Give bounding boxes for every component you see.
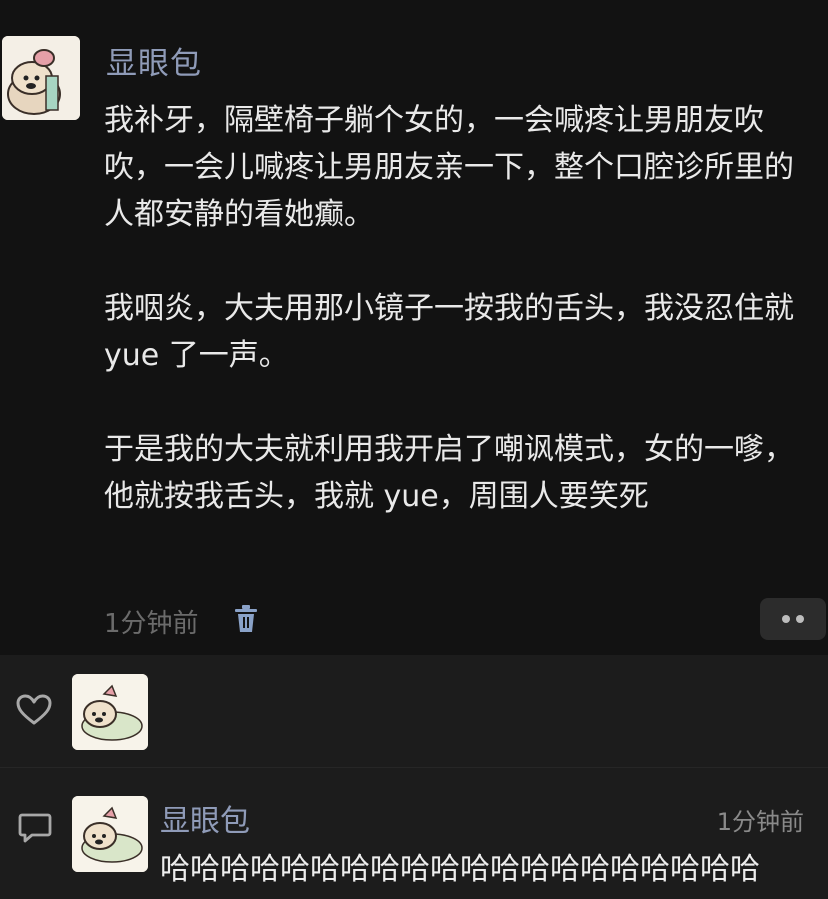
post-time: 1分钟前 [104,609,199,639]
avatar[interactable] [2,36,80,120]
more-options-button[interactable] [760,598,826,640]
moment-post: 显眼包 我补牙，隔壁椅子躺个女的，一会喊疼让男朋友吹吹，一会儿喊疼让男朋友亲一下… [0,0,828,655]
dog-lying-avatar-image [72,796,148,872]
more-dots-icon [796,615,804,623]
comment-username[interactable]: 显眼包 [160,796,250,840]
comment-item: 显眼包 1分钟前 哈哈哈哈哈哈哈哈哈哈哈哈哈哈哈哈哈哈哈哈 [0,768,828,899]
dog-lying-avatar-image [72,674,148,750]
heart-icon [16,694,52,725]
more-dots-icon [782,615,790,623]
post-content: 我补牙，隔壁椅子躺个女的，一会喊疼让男朋友吹吹，一会儿喊疼让男朋友亲一下，整个口… [104,97,816,520]
post-username[interactable]: 显眼包 [106,38,202,83]
likes-section [0,655,828,767]
comment-time: 1分钟前 [716,808,804,836]
post-paragraph: 我咽炎，大夫用那小镜子一按我的舌头，我没忍住就 yue 了一声。 [104,291,804,373]
trash-icon[interactable] [232,604,260,634]
dog-avatar-image [2,36,80,120]
post-paragraph: 于是我的大夫就利用我开启了嘲讽模式，女的一嗲，他就按我舌头，我就 yue，周围人… [104,432,794,514]
liker-avatar[interactable] [72,674,148,750]
comment-text[interactable]: 哈哈哈哈哈哈哈哈哈哈哈哈哈哈哈哈哈哈哈哈 [160,844,760,888]
comment-icon [18,813,52,843]
post-paragraph: 我补牙，隔壁椅子躺个女的，一会喊疼让男朋友吹吹，一会儿喊疼让男朋友亲一下，整个口… [104,103,794,232]
commenter-avatar[interactable] [72,796,148,872]
